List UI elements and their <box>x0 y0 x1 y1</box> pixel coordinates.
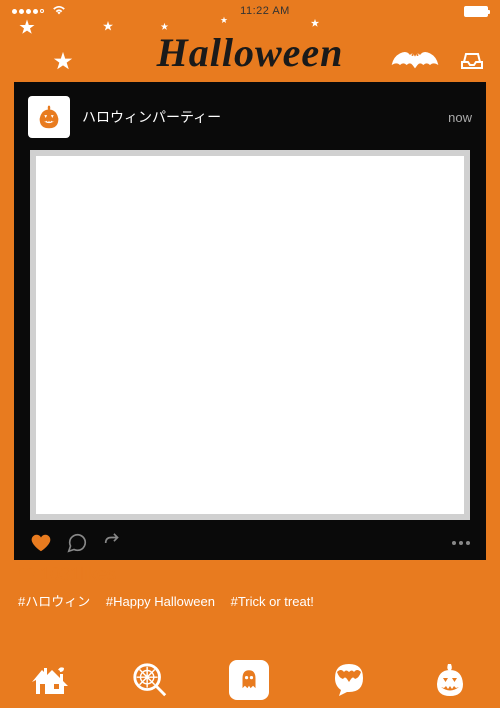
search-icon[interactable] <box>131 661 169 699</box>
pumpkin-icon <box>34 102 64 132</box>
comment-icon[interactable] <box>66 532 88 554</box>
bat-icon <box>390 50 440 75</box>
wifi-icon <box>52 6 66 16</box>
status-time: 11:22 AM <box>240 5 290 17</box>
hashtag[interactable]: #Happy Halloween <box>106 594 215 609</box>
star-icon <box>160 22 169 31</box>
heart-icon <box>18 566 36 584</box>
home-icon[interactable] <box>30 660 70 700</box>
star-icon <box>102 20 114 32</box>
share-icon[interactable] <box>102 532 124 554</box>
post-card: ハロウィンパーティー now <box>14 82 486 560</box>
like-icon[interactable] <box>30 532 52 554</box>
likes-row[interactable]: 1031likes <box>0 560 500 587</box>
hashtag[interactable]: #Trick or treat! <box>231 594 314 609</box>
ghost-icon <box>236 667 262 693</box>
likes-count: 1031likes <box>40 564 116 585</box>
star-icon <box>310 18 320 28</box>
camera-button[interactable] <box>229 660 269 700</box>
timestamp: now <box>448 110 472 125</box>
profile-icon[interactable] <box>430 660 470 700</box>
post-header: ハロウィンパーティー now <box>14 82 486 150</box>
hashtag[interactable]: #ハロウィン <box>18 594 90 609</box>
status-left <box>12 6 66 16</box>
signal-dots-icon <box>12 9 44 14</box>
post-actions <box>14 520 486 560</box>
username[interactable]: ハロウィンパーティー <box>82 107 436 127</box>
app-header: Halloween <box>0 22 500 82</box>
hashtags: #ハロウィン #Happy Halloween #Trick or treat! <box>0 587 500 620</box>
inbox-icon[interactable] <box>460 50 484 70</box>
status-bar: 11:22 AM <box>0 0 500 22</box>
post-photo[interactable] <box>30 150 470 520</box>
star-icon <box>52 50 74 72</box>
tabbar <box>0 652 500 708</box>
battery-icon <box>464 6 488 17</box>
avatar[interactable] <box>28 96 70 138</box>
chat-icon[interactable] <box>329 660 369 700</box>
star-icon <box>220 16 228 24</box>
page-title: Halloween <box>157 29 344 76</box>
more-icon[interactable] <box>452 541 470 545</box>
star-icon <box>18 18 36 36</box>
